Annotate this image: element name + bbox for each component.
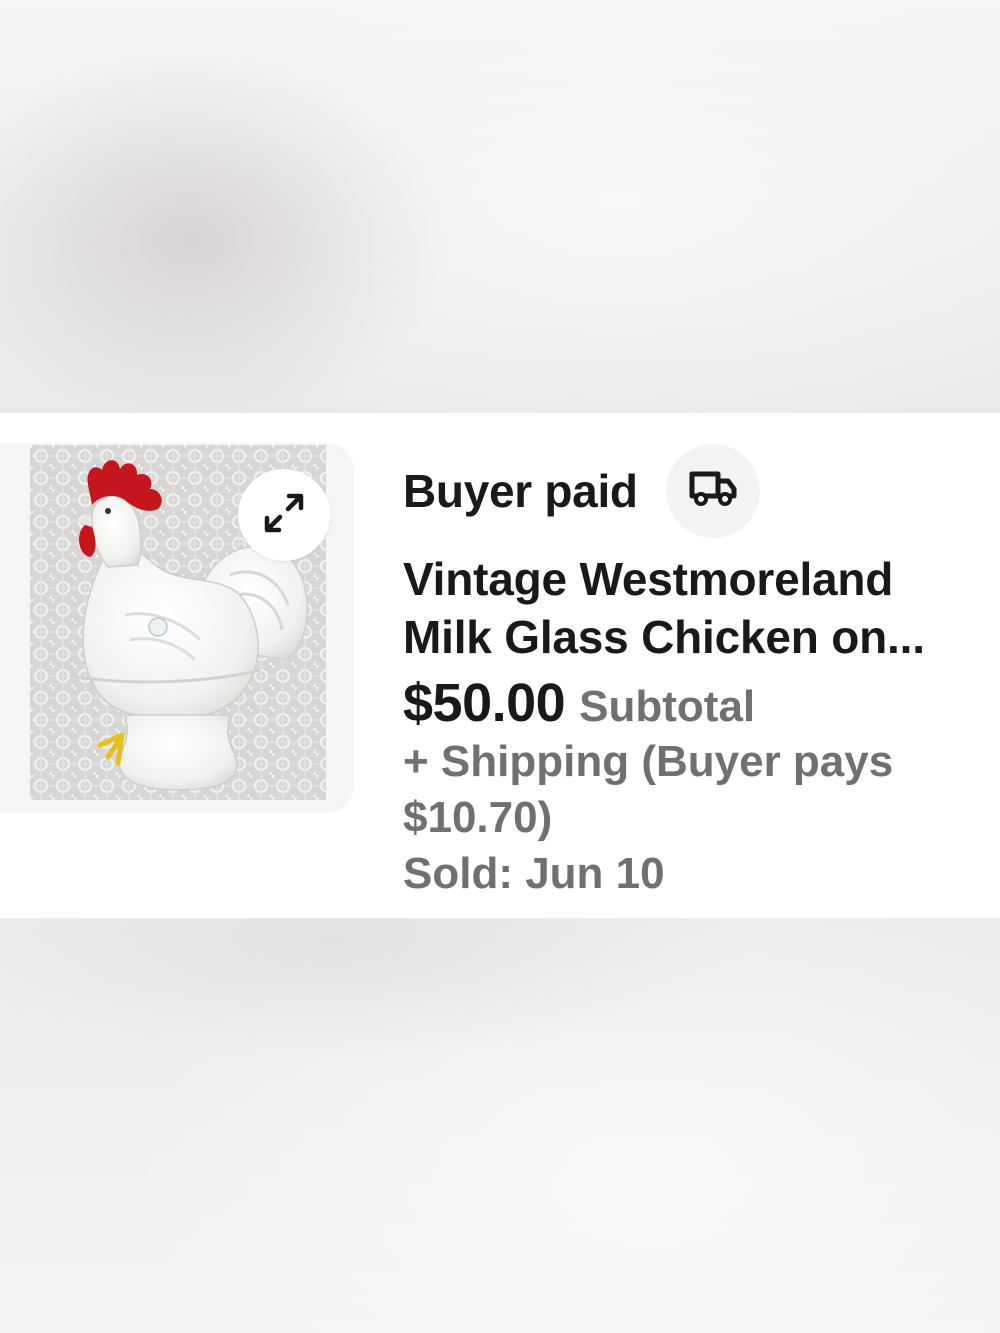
shipping-info: + Shipping (Buyer pays $10.70) — [403, 737, 894, 842]
order-info: Buyer paid Vintage Westmoreland Milk Gla… — [403, 443, 1000, 902]
order-card[interactable]: Buyer paid Vintage Westmoreland Milk Gla… — [0, 413, 1000, 918]
expand-icon — [261, 490, 307, 541]
order-status: Buyer paid — [403, 464, 638, 517]
status-row: Buyer paid — [403, 443, 1000, 538]
item-title-line1: Vintage Westmoreland — [403, 553, 894, 605]
item-thumbnail-container[interactable] — [0, 443, 354, 813]
item-title-line2: Milk Glass Chicken on... — [403, 611, 925, 663]
expand-image-button[interactable] — [238, 469, 330, 561]
blurred-background-top — [0, 0, 1000, 413]
price-label: Subtotal — [579, 682, 756, 731]
item-price: $50.00 — [403, 673, 566, 733]
shipping-button[interactable] — [665, 443, 760, 538]
blurred-background-bottom — [0, 918, 1000, 1333]
sold-date: Sold: Jun 10 — [403, 849, 665, 898]
delivery-truck-icon — [688, 468, 738, 513]
price-row: $50.00 Subtotal — [403, 672, 1000, 734]
item-title[interactable]: Vintage Westmoreland Milk Glass Chicken … — [403, 550, 1000, 666]
